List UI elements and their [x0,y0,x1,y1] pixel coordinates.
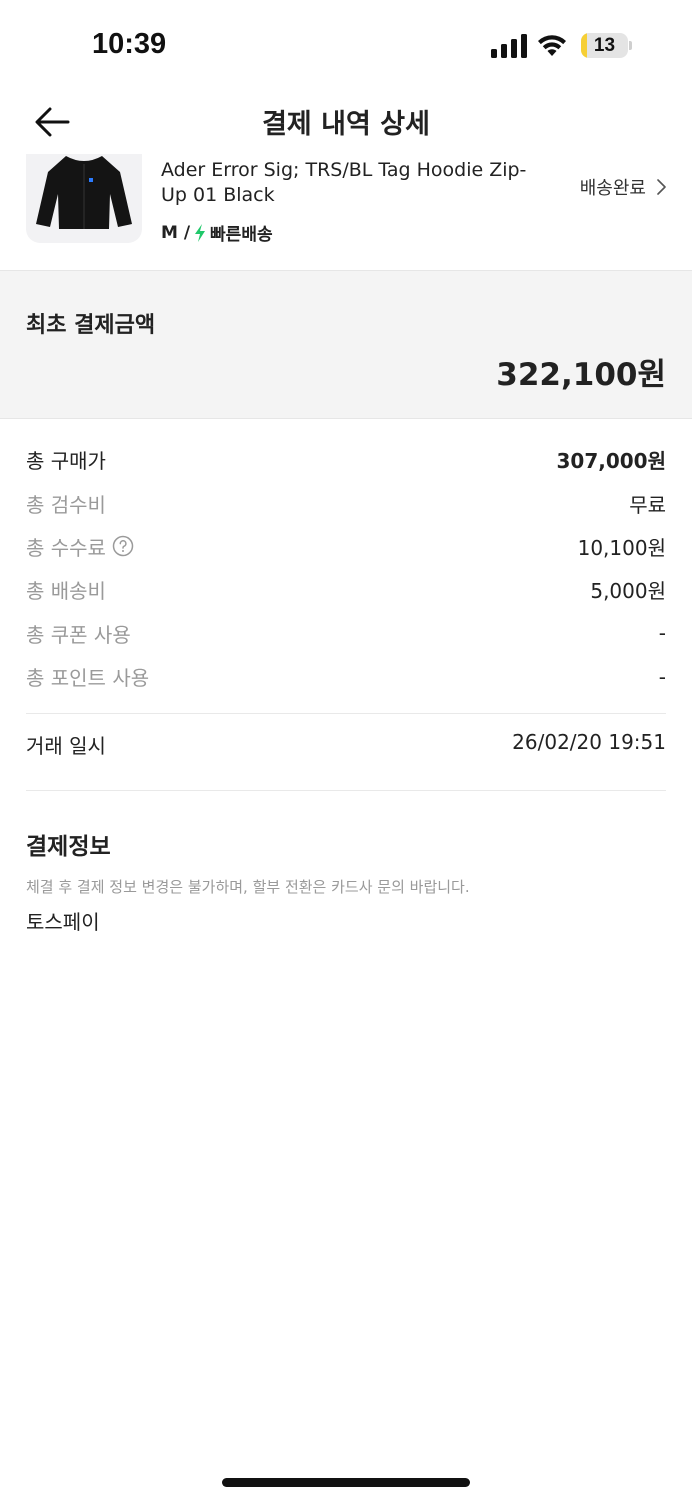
question-circle-icon[interactable] [112,535,134,557]
breakdown-label: 총 수수료 [26,535,106,560]
breakdown-row: 총 포인트 사용 - [26,655,666,698]
breakdown-row: 총 구매가 307,000원 [26,438,666,481]
trade-label: 거래 일시 [26,734,106,758]
battery-level: 13 [593,35,616,56]
chevron-right-icon [657,179,666,195]
breakdown-row: 총 검수비 무료 [26,481,666,524]
price-breakdown: 총 구매가 307,000원 총 검수비 무료 총 수수료 10,100원 총 … [26,438,666,698]
wifi-icon [538,35,566,56]
payment-info-title: 결제정보 [26,834,111,860]
breakdown-row: 총 배송비 5,000원 [26,568,666,611]
nav-bar: 결제 내역 상세 [0,90,692,154]
lightning-bolt-icon [195,223,206,242]
breakdown-value: 무료 [629,492,666,517]
breakdown-value: - [658,664,666,689]
breakdown-label: 총 구매가 [26,449,106,474]
product-options: M / 빠른배송 [161,220,273,246]
breakdown-row: 총 수수료 10,100원 [26,525,666,568]
breakdown-value: 10,100원 [577,535,666,560]
battery-cap [629,41,632,50]
total-amount: 322,100원 [496,357,666,393]
status-time: 10:39 [92,28,167,60]
payment-method: 토스페이 [26,910,100,934]
product-card[interactable]: Ader Error Sig; TRS/BL Tag Hoodie Zip-Up… [0,154,692,270]
hoodie-image [36,156,132,229]
home-indicator[interactable] [222,1478,470,1487]
cellular-signal-icon [491,34,527,58]
breakdown-value: 307,000원 [556,449,667,474]
total-label: 최초 결제금액 [26,313,156,338]
initial-payment-summary: 최초 결제금액 322,100원 [0,270,692,419]
shipping-type: 빠른배송 [210,225,273,245]
divider [26,713,666,714]
divider [26,790,666,791]
page-title: 결제 내역 상세 [262,109,430,140]
breakdown-label: 총 포인트 사용 [26,666,150,691]
delivery-status-link[interactable]: 배송완료 [580,174,666,200]
trade-value: 26/02/20 19:51 [512,730,666,754]
battery-icon: 13 [581,33,628,58]
breakdown-label: 총 쿠폰 사용 [26,622,131,647]
breakdown-label-with-help: 총 수수료 [26,532,134,561]
breakdown-row: 총 쿠폰 사용 - [26,612,666,655]
breakdown-label: 총 검수비 [26,492,106,517]
product-image [26,154,142,243]
payment-info-notice: 체결 후 결제 정보 변경은 불가하며, 할부 전환은 카드사 문의 바랍니다. [26,878,470,896]
breakdown-value: - [658,621,666,646]
breakdown-label: 총 배송비 [26,579,106,604]
breakdown-value: 5,000원 [590,579,666,604]
product-name: Ader Error Sig; TRS/BL Tag Hoodie Zip-Up… [161,159,527,206]
status-bar: 10:39 13 [0,0,692,90]
product-size: M / [161,222,191,243]
trade-datetime-row: 거래 일시 26/02/20 19:51 [26,730,666,759]
delivery-status: 배송완료 [579,178,646,199]
